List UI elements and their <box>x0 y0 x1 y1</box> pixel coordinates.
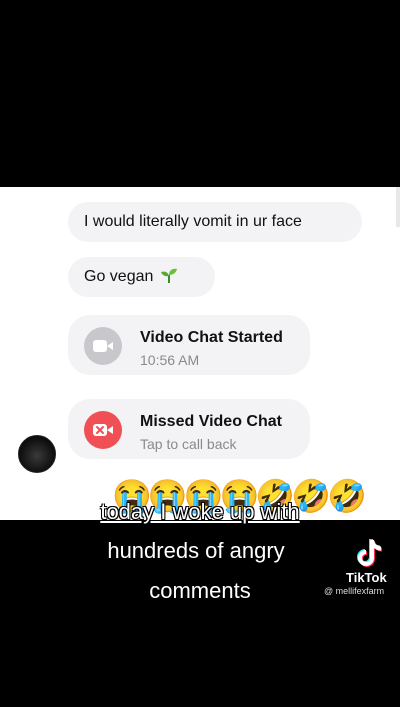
caption-line-3: comments <box>149 578 251 603</box>
message-bubble[interactable]: I would literally vomit in ur face <box>68 202 362 242</box>
call-title: Missed Video Chat <box>140 413 282 430</box>
call-title: Video Chat Started <box>140 329 283 346</box>
caption-line-2: hundreds of angry <box>107 538 285 563</box>
missed-video-icon <box>84 411 122 449</box>
call-action: Tap to call back <box>140 436 237 452</box>
tiktok-logo-icon <box>357 539 382 567</box>
tiktok-handle: @ mellifexfarm <box>324 586 385 596</box>
tiktok-brand: TikTok <box>346 570 387 585</box>
video-chat-started-card[interactable]: Video Chat Started 10:56 AM <box>68 315 310 375</box>
message-text: I would literally vomit in ur face <box>84 213 302 230</box>
video-camera-icon <box>84 327 122 365</box>
scroll-edge <box>396 187 400 227</box>
caption-line-1: today I woke up with <box>100 499 300 524</box>
seedling-icon <box>160 268 177 283</box>
message-bubble[interactable]: Go vegan <box>68 257 215 297</box>
chat-thread: I would literally vomit in ur face Go ve… <box>0 187 400 520</box>
avatar[interactable] <box>18 435 56 473</box>
message-text: Go vegan <box>84 268 154 285</box>
call-time: 10:56 AM <box>140 352 200 368</box>
missed-video-chat-card[interactable]: Missed Video Chat Tap to call back <box>68 399 310 459</box>
